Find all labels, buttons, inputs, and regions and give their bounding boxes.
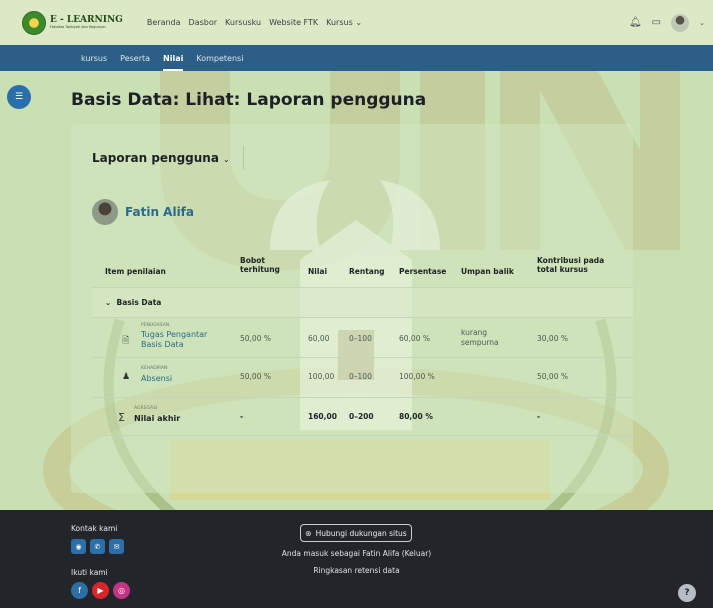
brand-title: E - LEARNING: [50, 14, 123, 25]
sigma-icon: Σ: [118, 411, 125, 424]
grade-cell: 160,00: [308, 412, 337, 421]
report-type-selector[interactable]: Laporan pengguna ⌄: [92, 151, 230, 165]
weight-cell: -: [240, 412, 244, 421]
header-item: Item penilaian: [105, 267, 166, 276]
item-name-link[interactable]: Absensi: [141, 374, 172, 384]
course-index-drawer-button[interactable]: ☰: [7, 85, 31, 109]
feedback-cell: kurang sempurna: [461, 328, 499, 347]
grade-cell: 100,00: [308, 372, 335, 381]
item-type: PENUGASAN: [141, 323, 170, 328]
user-heading: Fatin Alifa: [92, 199, 194, 225]
header-grade: Nilai: [308, 267, 328, 276]
tab-participants[interactable]: Peserta: [120, 54, 150, 63]
nav-my-courses[interactable]: Kursusku: [225, 18, 261, 27]
facebook-icon[interactable]: f: [71, 582, 88, 599]
university-emblem-icon: [22, 10, 46, 35]
header-contribution: Kontribusi pada total kursus: [537, 256, 605, 275]
tab-competencies[interactable]: Kompetensi: [196, 54, 243, 63]
percentage-cell: 80,00 %: [399, 412, 433, 421]
tab-course[interactable]: kursus: [81, 54, 107, 63]
percentage-cell: 60,00 %: [399, 334, 430, 343]
range-cell: 0–100: [349, 372, 372, 381]
social-icons: f ▶ ◎: [71, 582, 130, 599]
attendance-icon: ♟: [122, 372, 131, 382]
user-menu-avatar[interactable]: [671, 13, 690, 32]
brand-subtitle: Fakultas Tarbiyah dan Keguruan: [50, 24, 106, 29]
site-logo[interactable]: E - LEARNING Fakultas Tarbiyah dan Kegur…: [22, 10, 123, 35]
contact-site-support-button[interactable]: ⊛ Hubungi dukungan situs: [300, 524, 412, 542]
weight-cell: 50,00 %: [240, 334, 271, 343]
login-info: Anda masuk sebagai Fatin Alifa (Keluar): [281, 549, 432, 558]
header-range: Rentang: [349, 267, 385, 276]
category-name: Basis Data: [116, 298, 162, 307]
header-feedback: Umpan balik: [461, 267, 514, 276]
weight-cell: 50,00 %: [240, 372, 271, 381]
contribution-cell: 30,00 %: [537, 334, 568, 343]
top-navbar: E - LEARNING Fakultas Tarbiyah dan Kegur…: [0, 0, 713, 45]
instagram-icon[interactable]: ◎: [113, 582, 130, 599]
nav-courses-dropdown[interactable]: Kursus ⌄: [326, 18, 362, 27]
contribution-cell: -: [537, 412, 541, 421]
chevron-down-icon[interactable]: ⌄: [699, 19, 705, 27]
page-title: Basis Data: Lihat: Laporan pengguna: [71, 90, 427, 110]
assignment-icon: 🗎: [122, 336, 130, 346]
chevron-down-icon: ⌄: [222, 155, 230, 164]
table-row: ♟ KEHADIRAN Absensi 50,00 % 100,00 0–100…: [92, 358, 633, 398]
header-weight: Bobot terhitung: [240, 256, 280, 275]
item-type: KEHADIRAN: [141, 366, 168, 371]
nav-home[interactable]: Beranda: [147, 18, 181, 27]
grade-report-table: Item penilaian Bobot terhitung Nilai Ren…: [92, 242, 633, 436]
avatar: [92, 199, 118, 225]
percentage-cell: 100,00 %: [399, 372, 435, 381]
category-row[interactable]: ⌄ Basis Data: [92, 288, 633, 318]
chevron-down-icon[interactable]: ⌄: [105, 298, 111, 307]
divider: [243, 146, 244, 170]
help-button[interactable]: ?: [678, 584, 696, 602]
item-name-link[interactable]: Tugas Pengantar Basis Data: [141, 330, 223, 350]
header-percentage: Persentase: [399, 267, 447, 276]
contribution-cell: 50,00 %: [537, 372, 568, 381]
lifebuoy-icon: ⊛: [305, 528, 312, 538]
tab-grades[interactable]: Nilai: [163, 54, 184, 71]
data-retention-link[interactable]: Ringkasan retensi data: [313, 566, 399, 575]
total-row: Σ AGREGASI Nilai akhir - 160,00 0–200 80…: [92, 398, 633, 436]
message-icon[interactable]: ▭: [652, 17, 661, 28]
user-name-link[interactable]: Fatin Alifa: [125, 205, 194, 219]
course-secondary-navigation: kursus Peserta Nilai Kompetensi: [0, 45, 713, 71]
bell-icon[interactable]: 🔔︎: [629, 17, 642, 28]
nav-website-ftk[interactable]: Website FTK: [269, 18, 318, 27]
grade-cell: 60,00: [308, 334, 330, 343]
range-cell: 0–200: [349, 412, 374, 421]
total-name: Nilai akhir: [134, 414, 181, 423]
table-header-row: Item penilaian Bobot terhitung Nilai Ren…: [92, 242, 633, 288]
contact-label: Kontak kami: [71, 524, 118, 533]
item-type: AGREGASI: [134, 406, 158, 411]
chevron-down-icon: ⌄: [355, 18, 363, 27]
range-cell: 0–100: [349, 334, 372, 343]
primary-navigation: Beranda Dasbor Kursusku Website FTK Kurs…: [147, 18, 362, 27]
logout-link[interactable]: (Keluar): [402, 549, 432, 558]
page-footer: Kontak kami ◉ ✆ ✉ Ikuti kami f ▶ ◎ ⊛ Hub…: [0, 510, 713, 608]
table-row: 🗎 PENUGASAN Tugas Pengantar Basis Data 5…: [92, 318, 633, 358]
youtube-icon[interactable]: ▶: [92, 582, 109, 599]
nav-dashboard[interactable]: Dasbor: [189, 18, 218, 27]
